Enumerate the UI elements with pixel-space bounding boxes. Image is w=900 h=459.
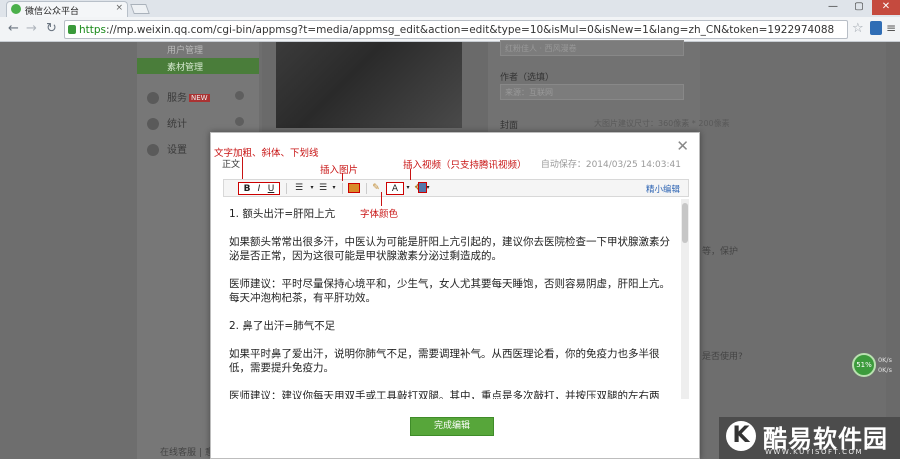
paragraph: 如果额头常常出很多汗，中医认为可能是肝阳上亢引起的，建议你去医院检查一下甲状腺激… xyxy=(229,236,670,262)
annotation-pointer xyxy=(381,192,382,206)
insert-video-icon[interactable] xyxy=(418,182,427,193)
tab-title: 微信公众平台 xyxy=(25,7,80,17)
tab-close-icon[interactable]: × xyxy=(115,3,123,13)
autosave-status: 自动保存：2014/03/25 14:03:41 xyxy=(540,160,681,170)
sidebar-item-label: 素材管理 xyxy=(167,63,204,73)
italic-button[interactable]: I xyxy=(253,183,265,195)
annotation-pointer xyxy=(342,173,343,181)
text-format-group: BIU xyxy=(238,182,280,195)
scroll-thumb[interactable] xyxy=(682,203,688,243)
sidebar-item-user-management[interactable]: 用户管理 xyxy=(167,43,203,56)
new-tab-button[interactable] xyxy=(130,4,150,14)
expand-dot-icon[interactable] xyxy=(235,91,244,100)
cover-label: 封面 xyxy=(500,121,519,131)
paragraph: 如果平时鼻了爱出汗，说明你肺气不足，需要调理补气。从西医理论看，你的免疫力也多半… xyxy=(229,348,660,374)
toolbar-divider xyxy=(342,183,343,194)
underline-button[interactable]: U xyxy=(265,183,277,195)
menu-icon[interactable]: ≡ xyxy=(886,21,896,35)
minimize-button[interactable]: — xyxy=(820,0,846,15)
url-scheme: https xyxy=(79,24,107,36)
chevron-down-icon[interactable]: ▾ xyxy=(404,182,412,195)
footer-links[interactable]: 在线客服 | 意 xyxy=(160,445,214,458)
browser-tab[interactable]: 微信公众平台 × xyxy=(6,1,128,17)
extension-icon[interactable] xyxy=(870,21,882,35)
annotation-pointer xyxy=(410,169,411,180)
chevron-down-icon[interactable]: ▾ xyxy=(330,182,338,195)
chevron-down-icon[interactable]: ▾ xyxy=(308,182,316,195)
watermark-url: WWW.KUYISOFT.COM xyxy=(765,448,864,456)
side-hint-2: 是否使用? xyxy=(702,352,743,362)
annotation-pointer xyxy=(242,157,243,179)
side-hint: 等，保护 xyxy=(702,247,739,257)
sidebar-item-service[interactable]: 服务 NEW xyxy=(147,89,210,104)
address-bar[interactable]: https://mp.weixin.qq.com/cgi-bin/appmsg?… xyxy=(64,20,848,39)
wechat-favicon-icon xyxy=(11,4,21,14)
paragraph: 1. 额头出汗=肝阳上亢 xyxy=(229,208,336,220)
bold-button[interactable]: B xyxy=(241,183,253,195)
back-arrow-icon[interactable]: ← xyxy=(8,21,19,36)
url-text: ://mp.weixin.qq.com/cgi-bin/appmsg?t=med… xyxy=(106,24,835,36)
finish-editing-button[interactable]: 完成编辑 xyxy=(410,417,494,436)
annotation-text-format: 文字加粗、斜体、下划线 xyxy=(214,148,319,159)
paragraph: 2. 鼻了出汗=肺气不足 xyxy=(229,320,336,332)
font-color-button[interactable]: A xyxy=(386,182,404,195)
window-close-button[interactable]: ✕ xyxy=(872,0,900,15)
unordered-list-icon[interactable]: ☰ xyxy=(316,182,330,195)
maximize-button[interactable]: ▢ xyxy=(846,0,872,15)
stats-icon xyxy=(147,118,159,130)
network-speed-widget[interactable]: 51% xyxy=(852,353,876,377)
editor-content[interactable]: 1. 额头出汗=肝阳上亢 如果额头常常出很多汗，中医认为可能是肝阳上亢引起的，建… xyxy=(223,199,681,399)
collapse-editor-link[interactable]: 精小编辑 xyxy=(646,183,680,195)
gear-icon xyxy=(147,144,159,156)
lock-icon xyxy=(68,25,76,34)
title-input[interactable]: 红粉佳人 · 西风漫卷 xyxy=(500,40,684,56)
toolbar-divider xyxy=(366,183,367,194)
sidebar-item-label: 设置 xyxy=(167,145,187,156)
reload-icon[interactable]: ↻ xyxy=(46,21,57,36)
download-speed: 0K/s xyxy=(878,366,892,374)
browser-toolbar: ← → ↻ https://mp.weixin.qq.com/cgi-bin/a… xyxy=(0,17,900,42)
sidebar-item-label: 统计 xyxy=(167,119,187,130)
author-label: 作者（选填） xyxy=(500,73,555,83)
insert-image-icon[interactable] xyxy=(348,183,360,193)
sidebar-item-label: 服务 xyxy=(167,93,187,104)
new-badge: NEW xyxy=(189,94,210,102)
editor-scrollbar[interactable] xyxy=(681,199,689,399)
editor-toolbar: BIU ☰ ▾ ☰ ▾ ✎ A ▾ ❖ ▾ 精小编辑 xyxy=(223,179,689,197)
paragraph: 医师建议：平时尽量保持心境平和，少生气，女人尤其要每天睡饱，否则容易阴虚，肝阳上… xyxy=(229,278,670,304)
expand-dot-icon[interactable] xyxy=(235,117,244,126)
annotation-font-color: 字体颜色 xyxy=(360,209,399,220)
sidebar-item-stats[interactable]: 统计 xyxy=(147,115,187,130)
paragraph: 医师建议：建议你每天用双手或工具敲打双腿。其中，重点是多次敲打，并按压双腿的左右… xyxy=(229,390,660,399)
sidebar-item-material-management[interactable]: 素材管理 xyxy=(137,58,259,74)
forward-arrow-icon[interactable]: → xyxy=(26,21,37,36)
sidebar-item-settings[interactable]: 设置 xyxy=(147,141,187,156)
annotation-insert-video: 插入视频（只支持腾讯视频） xyxy=(403,160,527,171)
service-icon xyxy=(147,92,159,104)
page-scrollbar[interactable] xyxy=(886,42,900,459)
kuyisoft-logo-icon: K xyxy=(726,421,756,451)
toolbar-divider xyxy=(286,183,287,194)
ordered-list-icon[interactable]: ☰ xyxy=(292,182,306,195)
annotation-insert-image: 插入图片 xyxy=(320,165,359,176)
close-icon[interactable]: ✕ xyxy=(676,137,689,155)
cover-image xyxy=(276,42,462,128)
bookmark-star-icon[interactable]: ☆ xyxy=(852,21,864,36)
edit-modal: ✕ 正文 自动保存：2014/03/25 14:03:41 BIU ☰ ▾ ☰ … xyxy=(210,132,700,459)
upload-speed: 0K/s xyxy=(878,356,892,364)
cover-size-hint: 大图片建议尺寸：360像素 * 200像素 xyxy=(594,119,730,128)
browser-tab-strip: 微信公众平台 × — ▢ ✕ xyxy=(0,0,900,17)
source-input[interactable]: 来源：互联网 xyxy=(500,84,684,100)
site-watermark: K 酷易软件园 WWW.KUYISOFT.COM xyxy=(719,417,900,459)
